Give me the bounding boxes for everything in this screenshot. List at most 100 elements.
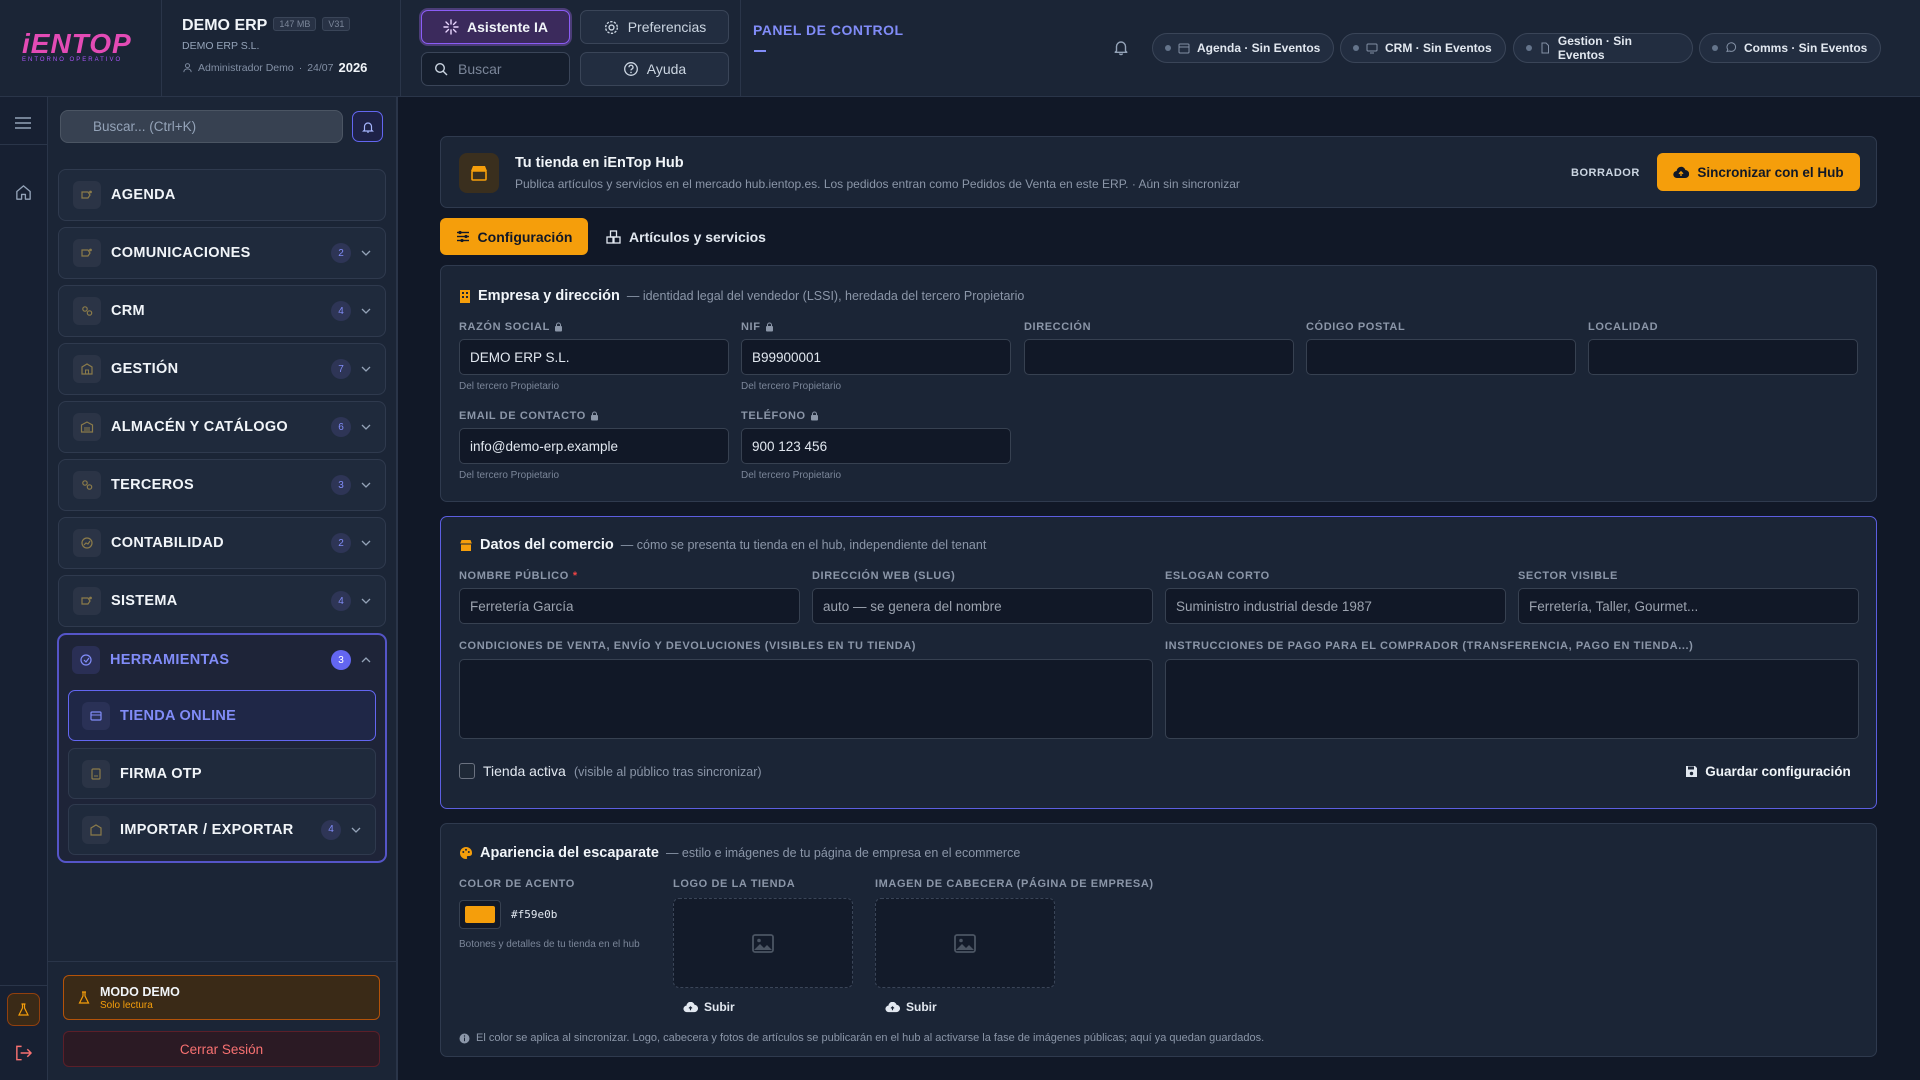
pin-button[interactable]	[352, 111, 383, 142]
logo-dropzone[interactable]	[673, 898, 853, 988]
demo-mode-icon[interactable]	[7, 993, 40, 1026]
count-badge: 3	[331, 475, 351, 495]
slug-label: DIRECCIÓN WEB (SLUG)	[812, 570, 956, 582]
event-pill-gestion[interactable]: Gestion · Sin Eventos	[1513, 33, 1693, 63]
tab-articulos[interactable]: Artículos y servicios	[600, 218, 772, 255]
chevron-down-icon	[361, 540, 371, 546]
import-export-icon	[82, 815, 110, 844]
agenda-icon	[73, 181, 101, 209]
menu-icon[interactable]	[14, 116, 32, 130]
status-badge: BORRADOR	[1571, 167, 1640, 179]
color-hint: Botones y detalles de tu tienda en el hu…	[459, 939, 640, 950]
section-description: — identidad legal del vendedor (LSSI), h…	[626, 289, 1025, 303]
top-search-input[interactable]: Buscar	[421, 52, 570, 86]
page-title: PANEL DE CONTROL	[753, 22, 904, 38]
sidebar-item-terceros[interactable]: TERCEROS 3	[58, 459, 386, 511]
event-pill-crm[interactable]: CRM · Sin Eventos	[1340, 33, 1506, 63]
apariencia-card: Apariencia del escaparate — estilo e imá…	[440, 823, 1877, 1057]
direccion-field[interactable]	[1024, 339, 1294, 375]
info-icon	[459, 1033, 470, 1044]
sidebar-subitem-tienda-online[interactable]: TIENDA ONLINE	[68, 690, 376, 741]
razon-social-field[interactable]: DEMO ERP S.L.	[459, 339, 729, 375]
user-name: Administrador Demo	[198, 61, 294, 74]
event-pill-label: Comms · Sin Eventos	[1744, 41, 1868, 55]
save-config-button[interactable]: Guardar configuración	[1678, 755, 1858, 787]
upload-cabecera-button[interactable]: Subir	[885, 1000, 937, 1014]
sidebar-item-label: SISTEMA	[111, 593, 178, 609]
sidebar-item-almacen[interactable]: ALMACÉN Y CATÁLOGO 6	[58, 401, 386, 453]
nif-field[interactable]: B99900001	[741, 339, 1011, 375]
sliders-icon	[456, 230, 470, 243]
event-pill-comms[interactable]: Comms · Sin Eventos	[1699, 33, 1881, 63]
localidad-field[interactable]	[1588, 339, 1858, 375]
color-swatch[interactable]	[459, 900, 501, 929]
sidebar-subitem-firma-otp[interactable]: FIRMA OTP	[68, 748, 376, 799]
event-pill-agenda[interactable]: Agenda · Sin Eventos	[1152, 33, 1334, 63]
telefono-field[interactable]: 900 123 456	[741, 428, 1011, 464]
sidebar-subitem-importar-exportar[interactable]: IMPORTAR / EXPORTAR 4	[68, 804, 376, 855]
help-button[interactable]: Ayuda	[580, 52, 729, 86]
cloud-upload-icon	[1673, 166, 1690, 179]
title-underline	[754, 50, 766, 52]
codigo-postal-label: CÓDIGO POSTAL	[1306, 321, 1406, 333]
logout-icon[interactable]	[14, 1044, 33, 1062]
tienda-activa-hint: (visible al público tras sincronizar)	[574, 765, 762, 779]
tienda-activa-checkbox[interactable]	[459, 763, 475, 779]
divider	[48, 961, 396, 962]
pago-textarea[interactable]	[1165, 659, 1859, 739]
sidebar-item-sistema[interactable]: SISTEMA 4	[58, 575, 386, 627]
email-field[interactable]: info@demo-erp.example	[459, 428, 729, 464]
sidebar-search-input[interactable]: Buscar... (Ctrl+K)	[60, 110, 343, 143]
razon-social-hint: Del tercero Propietario	[459, 381, 560, 392]
crm-icon	[73, 297, 101, 325]
count-badge: 7	[331, 359, 351, 379]
divider	[0, 144, 47, 145]
current-date: 24/07	[307, 61, 334, 74]
sidebar-item-agenda[interactable]: AGENDA	[58, 169, 386, 221]
color-swatch-fill	[465, 906, 495, 923]
warehouse-icon	[73, 413, 101, 441]
section-title-text: Datos del comercio	[480, 537, 614, 553]
sidebar-search-placeholder: Buscar... (Ctrl+K)	[93, 119, 197, 134]
nombre-publico-field[interactable]: Ferretería García	[459, 588, 800, 624]
apariencia-note: El color se aplica al sincronizar. Logo,…	[459, 1032, 1264, 1044]
sidebar-item-herramientas[interactable]: HERRAMIENTAS 3	[59, 635, 385, 685]
slug-field[interactable]: auto — se genera del nombre	[812, 588, 1153, 624]
sidebar-item-contabilidad[interactable]: CONTABILIDAD 2	[58, 517, 386, 569]
nombre-publico-label: NOMBRE PÚBLICO *	[459, 570, 578, 582]
chevron-down-icon	[361, 250, 371, 256]
app-logo[interactable]: iENTOP ENTORNO OPERATIVO	[22, 30, 144, 64]
chevron-down-icon	[351, 827, 361, 833]
required-mark: *	[572, 570, 578, 582]
pago-label: INSTRUCCIONES DE PAGO PARA EL COMPRADOR …	[1165, 640, 1694, 652]
company-info: DEMO ERP 147 MB V31 DEMO ERP S.L. Administ…	[182, 17, 367, 75]
bell-icon[interactable]	[1112, 38, 1130, 56]
sector-field[interactable]: Ferretería, Taller, Gourmet...	[1518, 588, 1859, 624]
upload-logo-button[interactable]: Subir	[683, 1000, 735, 1014]
version-chip: V31	[322, 17, 351, 31]
ai-assistant-button[interactable]: Asistente IA	[421, 10, 570, 44]
condiciones-textarea[interactable]	[459, 659, 1153, 739]
preferences-button[interactable]: Preferencias	[580, 10, 729, 44]
sidebar-item-crm[interactable]: CRM 4	[58, 285, 386, 337]
logout-button[interactable]: Cerrar Sesión	[63, 1031, 380, 1067]
tab-label: Artículos y servicios	[629, 228, 766, 245]
sidebar-item-comunicaciones[interactable]: COMUNICACIONES 2	[58, 227, 386, 279]
upload-label: Subir	[704, 1000, 735, 1014]
divider	[400, 0, 401, 97]
nif-hint: Del tercero Propietario	[741, 381, 842, 392]
store-icon	[459, 539, 473, 552]
tab-configuracion[interactable]: Configuración	[440, 218, 588, 255]
telefono-label: TELÉFONO	[741, 410, 819, 422]
eslogan-field[interactable]: Suministro industrial desde 1987	[1165, 588, 1506, 624]
sync-hub-button[interactable]: Sincronizar con el Hub	[1657, 153, 1860, 191]
sidebar-item-gestion[interactable]: GESTIÓN 7	[58, 343, 386, 395]
codigo-postal-field[interactable]	[1306, 339, 1576, 375]
help-label: Ayuda	[646, 61, 687, 77]
hub-description: Publica artículos y servicios en el merc…	[515, 177, 1240, 191]
current-year: 2026	[338, 60, 368, 75]
cabecera-dropzone[interactable]	[875, 898, 1055, 988]
tienda-activa-label: Tienda activa	[483, 763, 566, 779]
home-icon[interactable]	[14, 183, 33, 202]
sidebar-item-label: HERRAMIENTAS	[110, 652, 230, 668]
